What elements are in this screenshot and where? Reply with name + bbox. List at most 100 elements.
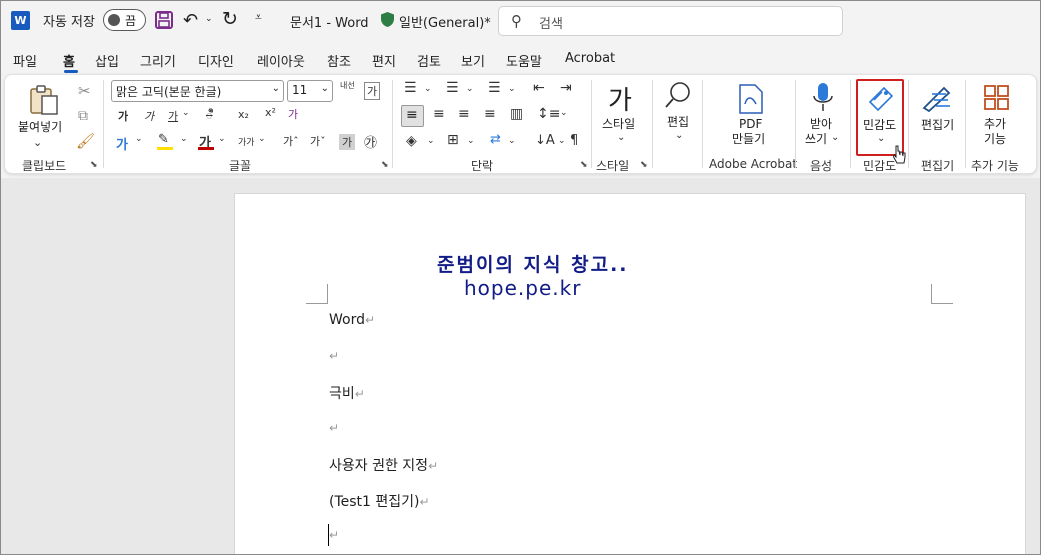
paste-icon[interactable] [28,84,60,116]
editing-label[interactable]: 편집 [667,115,689,130]
chevron-down-icon[interactable]: ⌄ [427,136,435,146]
strikethrough-button[interactable]: ꦷꦷ [206,108,213,130]
numbering-icon[interactable]: ☰ [446,80,459,96]
chevron-down-icon[interactable]: ⌄ [558,136,566,146]
tab-mailings[interactable]: 편지 [372,51,396,70]
chevron-down-icon[interactable]: ⌄ [617,132,625,143]
paste-dropdown-icon[interactable]: ⌄ [33,136,42,149]
sort-icon[interactable]: ↓A [535,133,555,148]
chevron-down-icon[interactable]: ⌄ [218,134,226,144]
text-effect-button[interactable]: 가 [288,106,298,122]
search-icon[interactable] [663,80,693,110]
clipboard-launcher-icon[interactable]: ⬊ [90,160,98,170]
paragraph[interactable]: ↵ [329,348,339,364]
underline-dropdown-icon[interactable]: ⌄ [182,108,190,118]
styles-icon[interactable]: 가 [608,80,632,117]
text-effects-icon[interactable]: 가 [116,134,128,153]
customize-qat-icon[interactable]: ⩡ [255,10,262,25]
align-center-icon[interactable]: ≡ [433,106,445,122]
styles-launcher-icon[interactable]: ⬊ [640,160,648,170]
highlighter-icon[interactable]: ✎ [158,132,169,147]
autosave-toggle[interactable]: 끔 [103,9,146,31]
multilevel-list-icon[interactable]: ☰ [488,80,501,96]
italic-button[interactable]: 가 [144,108,154,124]
font-launcher-icon[interactable]: ⬊ [381,160,389,170]
char-spacing-button[interactable]: 가가 [238,135,255,148]
chevron-down-icon[interactable]: ⌄ [135,134,143,144]
phonetic-guide-button[interactable]: 내선 [340,80,355,91]
chevron-down-icon[interactable]: ⌄ [467,136,475,146]
format-painter-icon[interactable]: 🖌 [76,132,95,150]
paragraph[interactable]: 사용자 권한 지정↵ [329,455,438,475]
font-name-combo[interactable]: 맑은 고딕(본문 한글) ⌄ [111,80,284,102]
styles-label[interactable]: 스타일 [602,117,635,132]
enclose-char-button[interactable]: ㉮ [364,132,377,151]
show-marks-icon[interactable]: ¶ [570,133,578,148]
paragraph[interactable]: 극비↵ [329,383,365,403]
chevron-down-icon[interactable]: ⌄ [424,84,432,94]
pdf-label-1[interactable]: PDF [739,117,762,132]
text-direction-icon[interactable]: ⇄ [490,132,501,147]
chevron-down-icon[interactable]: ⌄ [560,108,568,118]
shield-icon[interactable] [380,11,395,28]
distributed-icon[interactable]: ▥ [510,106,523,122]
dictate-label-2[interactable]: 쓰기 [805,132,827,147]
chevron-down-icon[interactable]: ⌄ [508,136,516,146]
save-icon[interactable] [155,11,173,29]
bullets-icon[interactable]: ☰ [404,80,417,96]
chevron-down-icon[interactable]: ⌄ [508,84,516,94]
superscript-button[interactable]: x² [265,106,276,119]
shading-icon[interactable]: ◈ [406,133,417,149]
microphone-icon[interactable] [812,82,834,114]
subscript-button[interactable]: x₂ [238,108,249,121]
redo-icon[interactable]: ↻ [222,8,238,30]
bold-button[interactable]: 가 [118,108,128,124]
search-input[interactable]: ⚲ 검색 [498,6,843,36]
paste-label[interactable]: 붙여넣기 [18,120,62,135]
tab-view[interactable]: 보기 [461,51,485,70]
chevron-down-icon[interactable]: ⌄ [675,130,683,141]
addins-label-2[interactable]: 기능 [984,132,1006,147]
editor-label[interactable]: 편집기 [921,118,954,133]
cut-icon[interactable]: ✂ [78,82,91,100]
increase-indent-icon[interactable]: ⇥ [560,80,572,96]
line-spacing-icon[interactable]: ↕≡ [537,106,560,122]
chevron-down-icon[interactable]: ⌄ [466,84,474,94]
addins-label-1[interactable]: 추가 [984,117,1006,132]
char-shade-button[interactable]: 가 [339,134,356,150]
chevron-down-icon[interactable]: ⌄ [180,134,188,144]
tab-help[interactable]: 도움말 [506,51,542,70]
paragraph[interactable]: (Test1 편집기)↵ [329,491,430,511]
align-right-icon[interactable]: ≡ [458,106,470,122]
tab-file[interactable]: 파일 [13,51,37,70]
addins-icon[interactable] [983,84,1011,112]
chevron-down-icon[interactable]: ⌄ [258,134,266,144]
paragraph[interactable]: ↵ [329,420,339,436]
tab-references[interactable]: 참조 [327,51,351,70]
pdf-icon[interactable] [738,84,764,114]
paragraph[interactable]: Word↵ [329,312,375,328]
align-left-button[interactable]: ≡ [401,105,424,127]
editor-icon[interactable] [920,84,954,112]
sensitivity-status[interactable]: 일반(General)* [399,12,491,31]
shrink-font-button[interactable]: 가ˇ [310,133,326,149]
borders-icon[interactable]: ⊞ [447,132,459,148]
undo-dropdown-icon[interactable]: ⌄ [205,14,213,24]
tab-design[interactable]: 디자인 [198,51,234,70]
tab-home[interactable]: 홈 [63,51,75,70]
dictate-label-1[interactable]: 받아 [810,117,832,132]
chevron-down-icon[interactable]: ⌄ [831,132,839,143]
clear-format-button[interactable]: 가 [364,82,381,100]
tab-acrobat[interactable]: Acrobat [565,51,615,66]
decrease-indent-icon[interactable]: ⇤ [533,80,545,96]
pdf-label-2[interactable]: 만들기 [732,132,765,147]
tab-review[interactable]: 검토 [417,51,441,70]
justify-icon[interactable]: ≡ [484,106,496,122]
tab-draw[interactable]: 그리기 [140,51,176,70]
grow-font-button[interactable]: 가ˆ [283,133,299,149]
font-size-combo[interactable]: 11 ⌄ [287,80,333,102]
copy-icon[interactable]: ⧉ [78,108,88,124]
undo-icon[interactable]: ↶ [183,10,198,31]
paragraph[interactable]: ↵ [329,527,339,543]
paragraph-launcher-icon[interactable]: ⬊ [580,160,588,170]
